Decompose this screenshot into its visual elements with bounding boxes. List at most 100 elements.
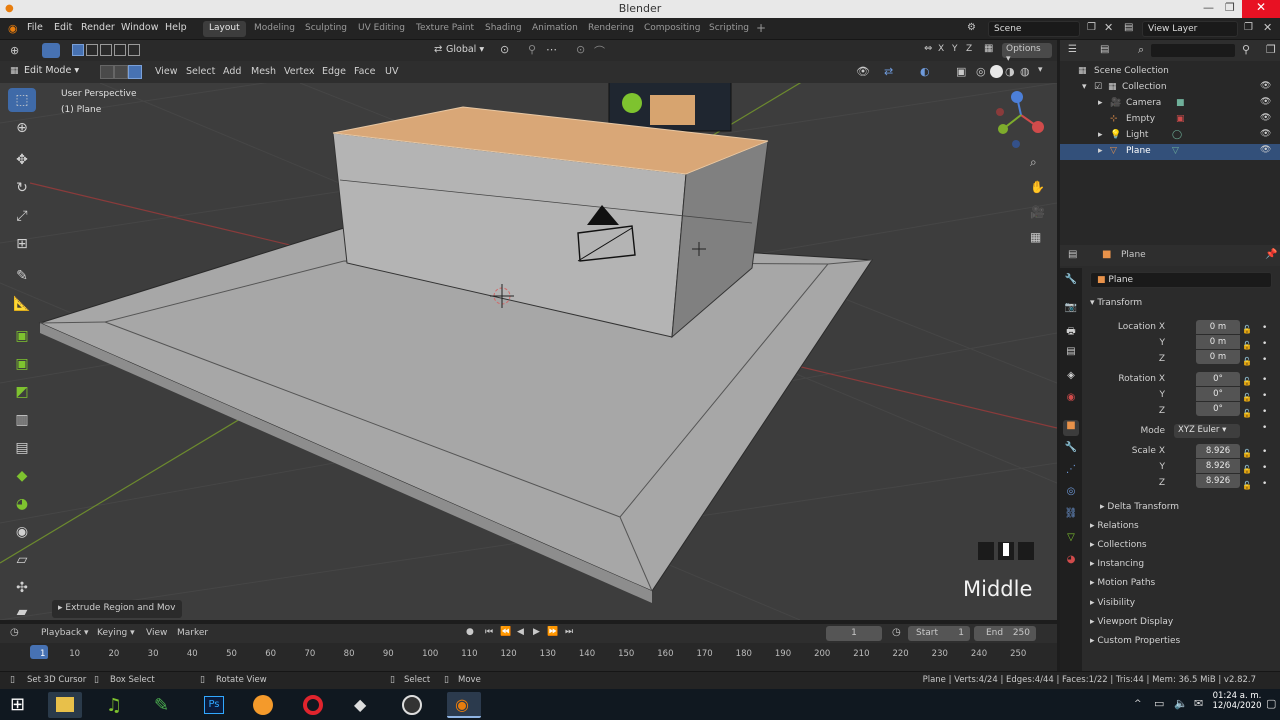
add-workspace-icon[interactable]: +	[756, 21, 766, 35]
visibility-panel[interactable]: ▸ Visibility	[1090, 598, 1135, 608]
particles-tab-icon[interactable]: ⋰	[1063, 464, 1079, 480]
auto-merge-icon[interactable]: ▦	[984, 43, 993, 54]
volume-icon[interactable]: 🔈	[1174, 697, 1188, 710]
workspace-tab-animation[interactable]: Animation	[526, 21, 584, 37]
editor-type-icon[interactable]: ⊕	[10, 44, 19, 57]
keyframe-dot-icon[interactable]: •	[1262, 476, 1267, 492]
outliner-row-empty[interactable]: ⊹ Empty ▣ 👁	[1060, 112, 1280, 128]
lock-icon[interactable]: 🔓	[1242, 338, 1252, 354]
xray-toggle-icon[interactable]: ▣	[956, 65, 966, 78]
rotation-mode-dropdown[interactable]: XYZ Euler ▾	[1174, 424, 1240, 438]
keyframe-dot-icon[interactable]: •	[1262, 320, 1267, 336]
delete-view-layer-icon[interactable]: ✕	[1263, 21, 1272, 34]
shear-tool-icon[interactable]: ▰	[8, 600, 36, 624]
select-invert-icon[interactable]	[114, 44, 126, 56]
loop-cut-tool-icon[interactable]: ▥	[8, 408, 36, 432]
rotate-tool-icon[interactable]: ↻	[8, 176, 36, 200]
rotation-z-field[interactable]: 0°	[1196, 402, 1240, 416]
edge-select-icon[interactable]	[114, 65, 128, 79]
scene-icon[interactable]: ⚙	[967, 22, 976, 33]
jump-start-icon[interactable]: ⏮	[485, 627, 493, 637]
notifications-icon[interactable]: ▢	[1266, 697, 1276, 710]
maximize-icon[interactable]: ❐	[1225, 1, 1235, 14]
pivot-point-icon[interactable]: ⊙	[500, 43, 509, 56]
outliner-editor-icon[interactable]: ☰	[1068, 44, 1077, 55]
keyframe-dot-icon[interactable]: •	[1262, 388, 1267, 404]
visibility-eye-icon[interactable]: 👁	[1260, 97, 1271, 107]
spin-tool-icon[interactable]: ◕	[8, 492, 36, 516]
instancing-panel[interactable]: ▸ Instancing	[1090, 559, 1144, 569]
select-extend-icon[interactable]	[86, 44, 98, 56]
blender-taskbar-icon[interactable]: ◉	[447, 692, 481, 718]
wireframe-shading-icon[interactable]: ◎	[976, 65, 986, 78]
new-view-layer-icon[interactable]: ❐	[1244, 22, 1253, 33]
workspace-tab-texture-paint[interactable]: Texture Paint	[410, 21, 480, 37]
visibility-eye-icon[interactable]: 👁	[1260, 145, 1271, 155]
location-z-field[interactable]: 0 m	[1196, 350, 1240, 364]
filter-icon[interactable]: ⚲	[1242, 43, 1250, 56]
obs-icon[interactable]	[395, 692, 429, 718]
delete-scene-icon[interactable]: ✕	[1104, 21, 1113, 34]
measure-tool-icon[interactable]: 📐	[8, 292, 36, 316]
select-box-tool-icon[interactable]: ⬚	[8, 88, 36, 112]
minimize-icon[interactable]: —	[1203, 1, 1214, 14]
mirror-x-button[interactable]: X	[938, 44, 944, 54]
bevel-tool-icon[interactable]: ◩	[8, 380, 36, 404]
mirror-options-icon[interactable]: ⇔	[924, 43, 932, 54]
lock-icon[interactable]: 🔓	[1242, 406, 1252, 422]
vp-menu-face[interactable]: Face	[354, 66, 375, 77]
file-explorer-icon[interactable]	[48, 692, 82, 718]
physics-tab-icon[interactable]: ◎	[1063, 486, 1079, 502]
timeline-editor-icon[interactable]: ◷	[10, 627, 19, 638]
proportional-edit-icon[interactable]: ⊙	[576, 43, 585, 56]
annotate-tool-icon[interactable]: ✎	[8, 264, 36, 288]
excel-like-app-icon[interactable]: ✎	[146, 692, 180, 718]
tool-tab-icon[interactable]: 🔧	[1063, 274, 1079, 290]
delta-transform-panel[interactable]: ▸ Delta Transform	[1100, 502, 1179, 512]
menu-file[interactable]: File	[27, 22, 43, 33]
outliner-search-icon[interactable]: ⌕	[1138, 43, 1144, 57]
lock-icon[interactable]: 🔓	[1242, 390, 1252, 406]
timeline-view-menu[interactable]: View	[146, 628, 167, 638]
expand-icon[interactable]: ▾	[1082, 82, 1087, 92]
current-frame-field[interactable]: 1	[826, 626, 882, 641]
keyframe-dot-icon[interactable]: •	[1262, 444, 1267, 460]
workspace-tab-modeling[interactable]: Modeling	[248, 21, 301, 37]
lock-icon[interactable]: 🔓	[1242, 374, 1252, 390]
keyframe-dot-icon[interactable]: •	[1262, 352, 1267, 368]
vertex-select-icon[interactable]	[100, 65, 114, 79]
shrink-fatten-tool-icon[interactable]: ✣	[8, 576, 36, 600]
vp-menu-view[interactable]: View	[155, 66, 178, 77]
modifier-tab-icon[interactable]: 🔧	[1063, 442, 1079, 458]
next-keyframe-icon[interactable]: ⏩	[547, 627, 558, 637]
keyframe-dot-icon[interactable]: •	[1262, 336, 1267, 352]
transform-orientation-dropdown[interactable]: Global ▾	[446, 43, 492, 58]
record-icon[interactable]: ●	[466, 627, 474, 637]
scale-y-field[interactable]: 8.926	[1196, 459, 1240, 473]
blender-menu-icon[interactable]: ◉	[8, 22, 18, 35]
menu-window[interactable]: Window	[121, 22, 158, 33]
smooth-tool-icon[interactable]: ◉	[8, 520, 36, 544]
play-reverse-icon[interactable]: ◀	[517, 627, 524, 637]
select-tool-icon[interactable]	[42, 43, 60, 58]
options-dropdown[interactable]: Options ▾	[1002, 43, 1052, 64]
workspace-tab-sculpting[interactable]: Sculpting	[299, 21, 353, 37]
select-subtract-icon[interactable]	[100, 44, 112, 56]
tray-chevron-icon[interactable]: ^	[1134, 699, 1142, 709]
visibility-eye-icon[interactable]: 👁	[1260, 81, 1271, 91]
workspace-tab-rendering[interactable]: Rendering	[582, 21, 640, 37]
photoshop-icon[interactable]: Ps	[196, 692, 230, 718]
menu-help[interactable]: Help	[165, 22, 187, 33]
new-collection-icon[interactable]: ❐	[1266, 43, 1276, 56]
lock-icon[interactable]: 🔓	[1242, 462, 1252, 478]
ortho-toggle-icon[interactable]: ▦	[1030, 230, 1041, 244]
workspace-tab-shading[interactable]: Shading	[479, 21, 528, 37]
pan-hand-icon[interactable]: ✋	[1030, 180, 1045, 194]
outliner-row-collection[interactable]: ▾ ☑ ▦ Collection 👁	[1060, 80, 1280, 96]
network-icon[interactable]: ▭	[1154, 697, 1164, 710]
keyframe-dot-icon[interactable]: •	[1262, 420, 1267, 436]
extrude-tool-icon[interactable]: ▣	[8, 324, 36, 348]
preview-range-icon[interactable]: ◷	[892, 627, 901, 638]
custom-properties-panel[interactable]: ▸ Custom Properties	[1090, 636, 1180, 646]
visibility-eye-icon[interactable]: 👁	[1260, 113, 1271, 123]
